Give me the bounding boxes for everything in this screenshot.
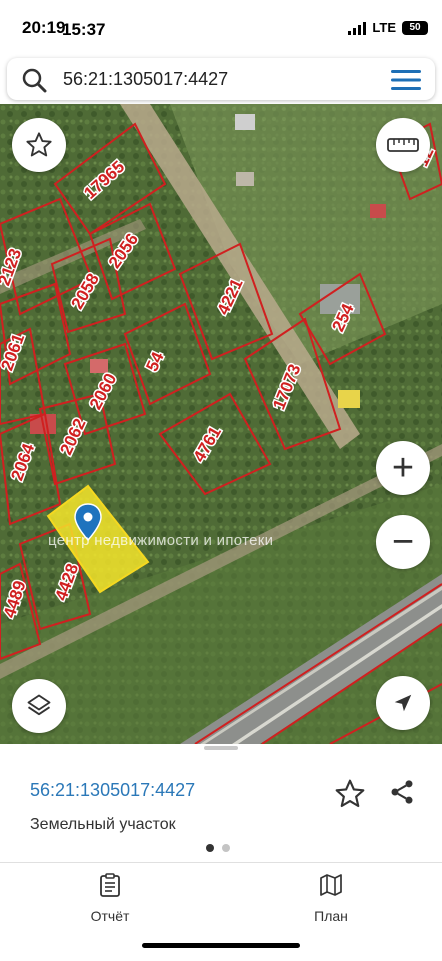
map-icon xyxy=(320,874,342,896)
location-button[interactable] xyxy=(376,676,430,730)
battery-icon: 50 xyxy=(402,20,428,35)
clipboard-icon xyxy=(100,873,120,897)
layers-icon xyxy=(27,694,51,716)
battery-level: 50 xyxy=(409,22,421,33)
tab-report-label: Отчёт xyxy=(90,908,130,924)
share-icon xyxy=(391,780,413,804)
layers-button[interactable] xyxy=(12,679,66,733)
search-input[interactable]: 56:21:1305017:4427 xyxy=(63,69,228,90)
search-icon[interactable] xyxy=(21,67,47,93)
tab-plan[interactable]: План xyxy=(271,873,391,924)
ruler-button[interactable] xyxy=(376,118,430,172)
ruler-icon xyxy=(387,138,419,152)
parcel-type: Земельный участок xyxy=(30,816,176,833)
watermark: центр недвижимости и ипотеки xyxy=(48,532,274,549)
page-indicator xyxy=(206,844,230,852)
status-icons: LTE 50 xyxy=(348,20,428,35)
favorite-parcel-button[interactable] xyxy=(334,778,366,815)
tab-report[interactable]: Отчёт xyxy=(50,873,170,924)
status-time-overlay: 15:37 xyxy=(62,20,106,39)
share-button[interactable] xyxy=(388,778,416,811)
search-bar[interactable]: 56:21:1305017:4427 xyxy=(7,58,435,100)
location-arrow-icon xyxy=(394,694,412,712)
satellite-map[interactable]: 17965 2056 2123 2058 4221 254 2061 54 20… xyxy=(0,104,442,744)
home-indicator[interactable] xyxy=(142,943,300,948)
map-view[interactable]: 17965 2056 2123 2058 4221 254 2061 54 20… xyxy=(0,104,442,744)
star-icon xyxy=(26,132,52,157)
signal-icon xyxy=(348,21,367,35)
star-icon xyxy=(335,779,365,808)
status-bar: 20:19 15:37 LTE 50 xyxy=(0,0,442,52)
menu-icon[interactable] xyxy=(391,70,421,90)
favorite-button[interactable] xyxy=(12,118,66,172)
status-time: 20:19 xyxy=(22,18,66,37)
tab-plan-label: План xyxy=(314,908,348,924)
cadastral-number[interactable]: 56:21:1305017:4427 xyxy=(30,780,195,801)
network-label: LTE xyxy=(372,20,396,35)
sheet-handle[interactable] xyxy=(204,746,238,750)
zoom-out-button[interactable]: − xyxy=(376,515,430,569)
zoom-in-button[interactable]: + xyxy=(376,441,430,495)
parcel-info-sheet[interactable]: 56:21:1305017:4427 Земельный участок xyxy=(0,744,442,862)
